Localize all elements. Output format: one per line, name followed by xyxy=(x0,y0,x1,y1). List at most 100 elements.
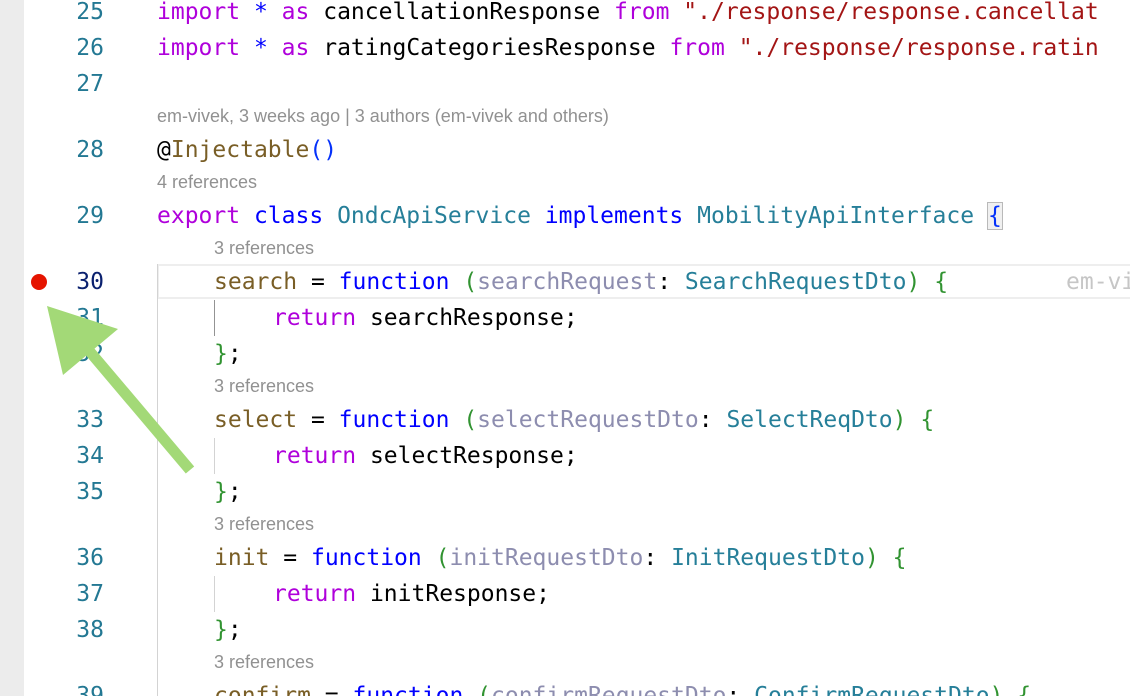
paren-close: ) xyxy=(864,545,879,571)
export-keyword: export xyxy=(157,203,241,229)
close-brace: } xyxy=(214,617,228,643)
function-keyword: function xyxy=(338,269,450,295)
code-line[interactable]: 35 }; xyxy=(24,474,1130,510)
code-line[interactable]: 33 select = function (selectRequestDto: … xyxy=(24,402,1130,438)
code-line[interactable]: 31 return searchResponse; xyxy=(24,300,1130,336)
decorator-parens: () xyxy=(309,137,338,163)
parameter-type: InitRequestDto xyxy=(671,545,865,571)
semicolon: ; xyxy=(563,443,578,469)
assign-operator: = xyxy=(283,545,298,571)
code-line[interactable]: 32 }; xyxy=(24,336,1130,372)
parameter-type: ConfirmRequestDto xyxy=(754,683,990,696)
class-name: OndcApiService xyxy=(337,203,531,229)
method-name: init xyxy=(214,545,270,571)
line-number: 27 xyxy=(76,71,104,97)
code-line[interactable]: 29 export class OndcApiService implement… xyxy=(24,198,1130,234)
open-brace: { xyxy=(934,269,949,295)
function-keyword: function xyxy=(310,545,422,571)
function-keyword: function xyxy=(338,407,450,433)
assign-operator: = xyxy=(324,683,339,696)
decorator-name: Injectable xyxy=(170,137,310,163)
references-codelens[interactable]: 3 references xyxy=(214,509,314,539)
method-name: select xyxy=(214,407,298,433)
colon: : xyxy=(726,683,741,696)
implements-keyword: implements xyxy=(544,203,684,229)
code-line[interactable]: 36 init = function (initRequestDto: Init… xyxy=(24,540,1130,576)
parameter-name: confirmRequestDto xyxy=(491,683,727,696)
line-number: 29 xyxy=(76,203,104,229)
paren-open: ( xyxy=(477,683,492,696)
code-line[interactable]: 37 return initResponse; xyxy=(24,576,1130,612)
paren-open: ( xyxy=(435,545,450,571)
parameter-name: initRequestDto xyxy=(449,545,644,571)
code-editor[interactable]: 25 import * as cancellationResponse from… xyxy=(24,0,1130,696)
code-line[interactable]: 25 import * as cancellationResponse from… xyxy=(24,0,1130,30)
line-number: 36 xyxy=(76,545,104,571)
semicolon: ; xyxy=(563,305,578,331)
return-keyword: return xyxy=(273,305,357,331)
line-number: 37 xyxy=(76,581,104,607)
line-number: 30 xyxy=(76,269,104,295)
paren-open: ( xyxy=(463,269,478,295)
parameter-type: SearchRequestDto xyxy=(684,269,907,295)
semicolon: ; xyxy=(227,479,242,505)
line-number: 26 xyxy=(76,35,104,61)
import-path: "./response/response.ratin xyxy=(738,35,1099,61)
return-value: selectResponse xyxy=(369,443,564,469)
line-number: 32 xyxy=(76,341,104,367)
semicolon: ; xyxy=(536,581,550,607)
function-keyword: function xyxy=(352,683,464,696)
colon: : xyxy=(657,269,672,295)
star-token: * xyxy=(253,0,268,25)
references-codelens[interactable]: 3 references xyxy=(214,371,314,401)
references-codelens[interactable]: 3 references xyxy=(214,647,314,677)
star-token: * xyxy=(253,35,268,61)
import-name: cancellationResponse xyxy=(323,0,601,25)
line-number: 39 xyxy=(76,683,104,696)
paren-close: ) xyxy=(906,269,921,295)
paren-close: ) xyxy=(892,407,907,433)
paren-open: ( xyxy=(463,407,478,433)
line-number: 38 xyxy=(76,617,104,643)
code-line[interactable]: 28 @Injectable() xyxy=(24,132,1130,168)
line-number: 28 xyxy=(76,137,104,163)
code-line[interactable]: 26 import * as ratingCategoriesResponse … xyxy=(24,30,1130,66)
return-value: initResponse xyxy=(369,581,537,607)
return-keyword: return xyxy=(273,443,357,469)
assign-operator: = xyxy=(310,407,325,433)
from-keyword: from xyxy=(669,35,725,61)
semicolon: ; xyxy=(227,341,242,367)
import-keyword: import xyxy=(157,35,241,61)
decorator-at: @ xyxy=(157,137,171,163)
references-codelens[interactable]: 4 references xyxy=(157,167,257,197)
line-number: 25 xyxy=(76,0,104,25)
import-name: ratingCategoriesResponse xyxy=(323,35,656,61)
code-line[interactable]: 34 return selectResponse; xyxy=(24,438,1130,474)
parameter-name: selectRequestDto xyxy=(477,407,699,433)
parameter-name: searchRequest xyxy=(477,269,658,295)
git-blame-codelens[interactable]: em-vivek, 3 weeks ago | 3 authors (em-vi… xyxy=(157,101,609,131)
references-codelens[interactable]: 3 references xyxy=(214,233,314,263)
code-line-current[interactable]: 30 search = function (searchRequest: Sea… xyxy=(24,264,1130,300)
close-brace: } xyxy=(214,341,228,367)
line-number: 35 xyxy=(76,479,104,505)
interface-name: MobilityApiInterface xyxy=(697,203,975,229)
inline-blame: em-vi xyxy=(1066,269,1130,295)
paren-close: ) xyxy=(989,683,1004,696)
line-number: 34 xyxy=(76,443,104,469)
colon: : xyxy=(698,407,713,433)
as-keyword: as xyxy=(281,0,310,25)
return-keyword: return xyxy=(273,581,357,607)
close-brace: } xyxy=(214,479,228,505)
code-line[interactable]: 27 xyxy=(24,66,1130,102)
code-line[interactable]: 39 confirm = function (confirmRequestDto… xyxy=(24,678,1130,696)
from-keyword: from xyxy=(614,0,670,25)
return-value: searchResponse xyxy=(369,305,564,331)
line-number: 31 xyxy=(76,305,104,331)
matching-bracket: { xyxy=(986,202,1003,230)
code-line[interactable]: 38 }; xyxy=(24,612,1130,648)
method-name: confirm xyxy=(214,683,311,696)
assign-operator: = xyxy=(310,269,325,295)
left-margin-strip xyxy=(0,0,24,696)
open-brace: { xyxy=(920,407,935,433)
